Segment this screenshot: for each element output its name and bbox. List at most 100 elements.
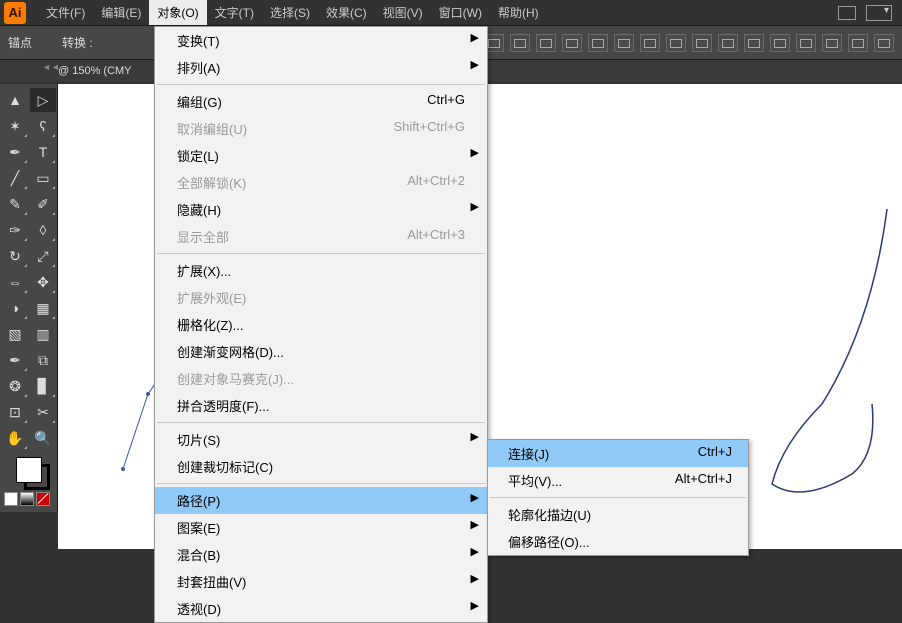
menu-group[interactable]: 编组(G)Ctrl+G xyxy=(155,88,487,115)
menu-unlock-all: 全部解锁(K)Alt+Ctrl+2 xyxy=(155,169,487,196)
document-tab[interactable]: @ 150% (CMY xyxy=(58,65,132,77)
align-icon[interactable] xyxy=(536,34,556,52)
menu-help[interactable]: 帮助(H) xyxy=(490,0,547,25)
rect-tool[interactable]: ▭ xyxy=(30,166,56,190)
fill-swatch[interactable] xyxy=(16,457,42,483)
menu-rasterize[interactable]: 栅格化(Z)... xyxy=(155,311,487,338)
menu-hide[interactable]: 隐藏(H)▶ xyxy=(155,196,487,223)
menu-separator xyxy=(157,84,485,85)
menu-crop-marks[interactable]: 创建裁切标记(C) xyxy=(155,453,487,480)
menu-ungroup: 取消编组(U)Shift+Ctrl+G xyxy=(155,115,487,142)
type-tool[interactable]: T xyxy=(30,140,56,164)
convert-label: 转换 : xyxy=(62,34,93,51)
free-tool[interactable]: ✥ xyxy=(30,270,56,294)
align-icon[interactable] xyxy=(848,34,868,52)
symbol-tool[interactable]: ❂ xyxy=(2,374,28,398)
menu-view[interactable]: 视图(V) xyxy=(375,0,431,25)
menu-file[interactable]: 文件(F) xyxy=(38,0,93,25)
menu-show-all: 显示全部Alt+Ctrl+3 xyxy=(155,223,487,250)
menu-path[interactable]: 路径(P)▶ xyxy=(155,487,487,514)
align-icon[interactable] xyxy=(822,34,842,52)
scale-tool[interactable]: ⤢ xyxy=(30,244,56,268)
blend-tool[interactable]: ⧉ xyxy=(30,348,56,372)
menu-blend[interactable]: 混合(B)▶ xyxy=(155,541,487,568)
pen-tool[interactable]: ✒ xyxy=(2,140,28,164)
eraser-tool[interactable]: ◊ xyxy=(30,218,56,242)
align-icon[interactable] xyxy=(614,34,634,52)
rotate-tool[interactable]: ↻ xyxy=(2,244,28,268)
mesh-tool[interactable]: ▧ xyxy=(2,322,28,346)
submenu-offset-path[interactable]: 偏移路径(O)... xyxy=(488,528,748,555)
menu-expand-appearance: 扩展外观(E) xyxy=(155,284,487,311)
gradient-mode-icon[interactable] xyxy=(20,492,34,506)
menu-separator xyxy=(157,422,485,423)
align-icon[interactable] xyxy=(562,34,582,52)
toolbox: ▲ ▷ ✶ ʕ ✒ T ╱ ▭ ✎ ✐ ✑ ◊ ↻ ⤢ ⇔ ✥ ◑ ▦ ▧ ▥ … xyxy=(0,84,58,512)
line-tool[interactable]: ╱ xyxy=(2,166,28,190)
color-mode-icon[interactable] xyxy=(4,492,18,506)
eyedrop-tool[interactable]: ✒ xyxy=(2,348,28,372)
menu-select[interactable]: 选择(S) xyxy=(262,0,318,25)
menu-transform[interactable]: 变换(T)▶ xyxy=(155,27,487,54)
width-tool[interactable]: ⇔ xyxy=(2,270,28,294)
menu-slice[interactable]: 切片(S)▶ xyxy=(155,426,487,453)
align-icon[interactable] xyxy=(692,34,712,52)
zoom-tool[interactable]: 🔍 xyxy=(30,426,56,450)
align-icon[interactable] xyxy=(744,34,764,52)
graph-tool[interactable]: ▊ xyxy=(30,374,56,398)
shapebuild-tool[interactable]: ◑ xyxy=(2,296,28,320)
menubar-right-icons xyxy=(838,5,902,21)
menu-window[interactable]: 窗口(W) xyxy=(431,0,490,25)
align-icon[interactable] xyxy=(510,34,530,52)
menu-separator xyxy=(157,483,485,484)
control-icons xyxy=(484,34,894,52)
menubar: Ai 文件(F) 编辑(E) 对象(O) 文字(T) 选择(S) 效果(C) 视… xyxy=(0,0,902,26)
gradient-tool[interactable]: ▥ xyxy=(30,322,56,346)
menu-separator xyxy=(157,253,485,254)
hand-tool[interactable]: ✋ xyxy=(2,426,28,450)
perspective-tool[interactable]: ▦ xyxy=(30,296,56,320)
select-tool[interactable]: ▲ xyxy=(2,88,28,112)
slice-tool[interactable]: ✂ xyxy=(30,400,56,424)
menu-effect[interactable]: 效果(C) xyxy=(318,0,375,25)
align-icon[interactable] xyxy=(796,34,816,52)
doc-icon[interactable] xyxy=(838,6,856,20)
menu-mosaic: 创建对象马赛克(J)... xyxy=(155,365,487,392)
menu-pattern[interactable]: 图案(E)▶ xyxy=(155,514,487,541)
anchor-label: 锚点 xyxy=(8,34,32,51)
layout-dropdown-icon[interactable] xyxy=(866,5,892,21)
path-submenu: 连接(J)Ctrl+J 平均(V)...Alt+Ctrl+J 轮廓化描边(U) … xyxy=(487,439,749,556)
artboard-tool[interactable]: ⊡ xyxy=(2,400,28,424)
wand-tool[interactable]: ✶ xyxy=(2,114,28,138)
app-logo: Ai xyxy=(4,2,26,24)
submenu-average[interactable]: 平均(V)...Alt+Ctrl+J xyxy=(488,467,748,494)
menu-expand[interactable]: 扩展(X)... xyxy=(155,257,487,284)
menu-type[interactable]: 文字(T) xyxy=(207,0,262,25)
menu-gradient-mesh[interactable]: 创建渐变网格(D)... xyxy=(155,338,487,365)
pencil-tool[interactable]: ✐ xyxy=(30,192,56,216)
menu-lock[interactable]: 锁定(L)▶ xyxy=(155,142,487,169)
color-swatch[interactable] xyxy=(2,452,56,488)
brush-tool[interactable]: ✎ xyxy=(2,192,28,216)
submenu-outline-stroke[interactable]: 轮廓化描边(U) xyxy=(488,501,748,528)
none-mode-icon[interactable] xyxy=(36,492,50,506)
menu-edit[interactable]: 编辑(E) xyxy=(93,0,149,25)
blob-tool[interactable]: ✑ xyxy=(2,218,28,242)
align-icon[interactable] xyxy=(770,34,790,52)
align-icon[interactable] xyxy=(666,34,686,52)
menu-envelope[interactable]: 封套扭曲(V)▶ xyxy=(155,568,487,595)
menu-perspective[interactable]: 透视(D)▶ xyxy=(155,595,487,622)
menu-flatten[interactable]: 拼合透明度(F)... xyxy=(155,392,487,419)
align-icon[interactable] xyxy=(874,34,894,52)
align-icon[interactable] xyxy=(588,34,608,52)
collapse-handle-icon[interactable]: ◄◄ xyxy=(42,62,60,72)
lasso-tool[interactable]: ʕ xyxy=(30,114,56,138)
align-icon[interactable] xyxy=(718,34,738,52)
object-menu-dropdown: 变换(T)▶ 排列(A)▶ 编组(G)Ctrl+G 取消编组(U)Shift+C… xyxy=(154,26,488,623)
menu-separator xyxy=(490,497,746,498)
menu-object[interactable]: 对象(O) xyxy=(149,0,206,25)
direct-select-tool[interactable]: ▷ xyxy=(30,88,56,112)
submenu-join[interactable]: 连接(J)Ctrl+J xyxy=(488,440,748,467)
align-icon[interactable] xyxy=(640,34,660,52)
menu-arrange[interactable]: 排列(A)▶ xyxy=(155,54,487,81)
